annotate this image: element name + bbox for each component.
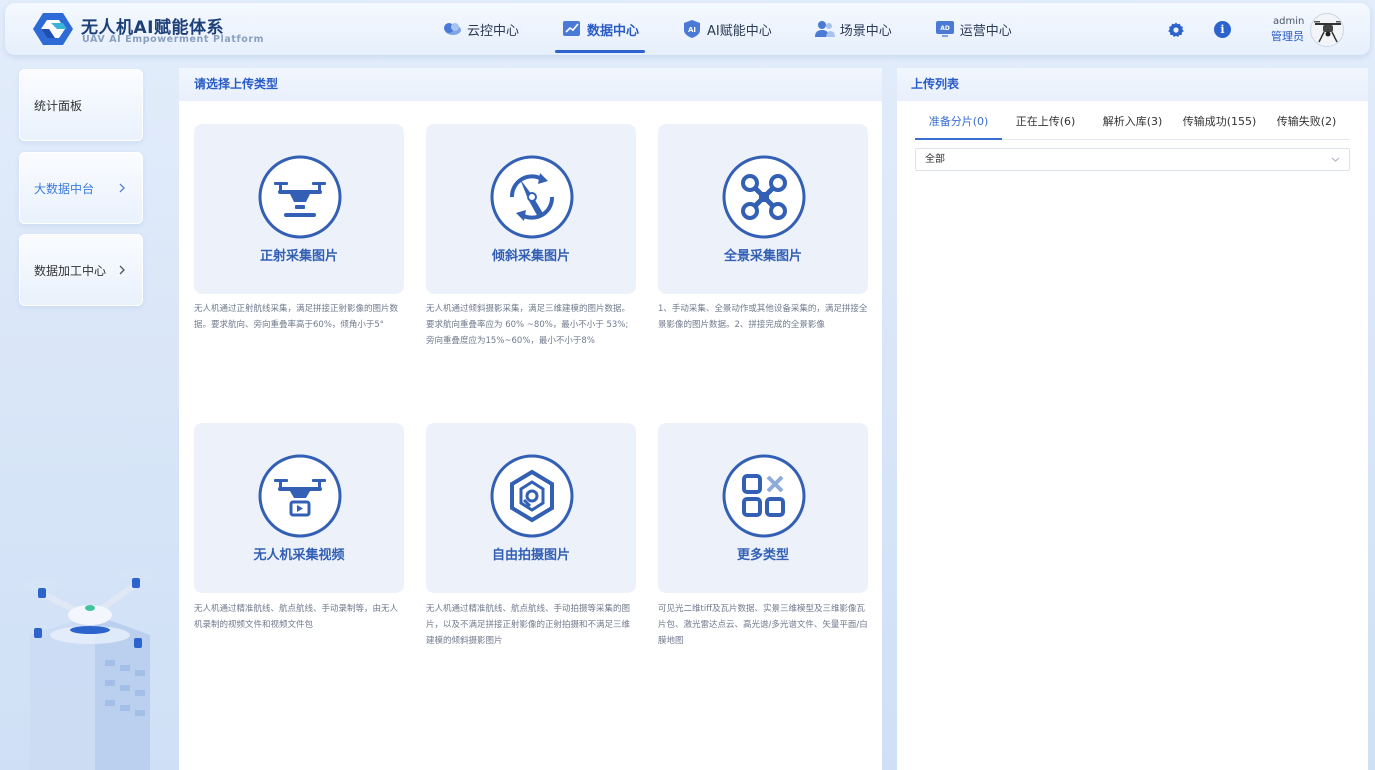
card-description: 可见光二维tiff及瓦片数据、实景三维模型及三维影像瓦片包、激光雷达点云、高光谱… bbox=[658, 604, 868, 646]
card-title: 自由拍摄图片 bbox=[491, 548, 570, 563]
card-panorama[interactable]: 全景采集图片 bbox=[658, 124, 868, 294]
nav-label: 云控中心 bbox=[467, 23, 520, 39]
card-description: 无人机通过精准航线、航点航线、手动录制等，由无人机录制的视频文件和视频文件包 bbox=[194, 604, 399, 630]
svg-text:AI: AI bbox=[688, 26, 696, 34]
card-more-types[interactable]: 更多类型 bbox=[658, 423, 868, 593]
tab-parsing[interactable]: 解析入库(3) bbox=[1089, 112, 1176, 139]
nav-label: 场景中心 bbox=[839, 23, 892, 39]
drone-orthophoto-icon bbox=[258, 155, 342, 239]
card-title: 倾斜采集图片 bbox=[491, 249, 570, 264]
main-nav: 云控中心 数据中心 AI AI赋能中心 场景中心 AD 运营中心 bbox=[435, 3, 1048, 55]
nav-operation-center[interactable]: AD 运营中心 bbox=[928, 3, 1018, 55]
tab-uploading[interactable]: 正在上传(6) bbox=[1002, 112, 1089, 139]
quadcopter-icon bbox=[722, 155, 806, 239]
panel-title: 请选择上传类型 bbox=[179, 68, 882, 101]
chevron-right-icon bbox=[119, 265, 125, 275]
upload-status-tabs: 准备分片(0) 正在上传(6) 解析入库(3) 传输成功(155) 传输失败(2… bbox=[915, 112, 1350, 140]
top-header: 无人机AI赋能体系 UAV AI Empowerment Platform 云控… bbox=[5, 3, 1370, 55]
card-description: 无人机通过精准航线、航点航线、手动拍摄等采集的图片，以及不满足拼接正射影像的正射… bbox=[426, 604, 631, 646]
sidebar-item-label: 大数据中台 bbox=[34, 181, 95, 196]
data-chart-icon bbox=[563, 21, 581, 36]
sidebar-item-label: 统计面板 bbox=[34, 98, 83, 113]
users-icon bbox=[814, 21, 835, 37]
card-oblique[interactable]: 倾斜采集图片 bbox=[426, 124, 636, 294]
oblique-rotate-icon bbox=[490, 155, 574, 239]
card-description: 无人机通过正射航线采集，满足拼接正射影像的图片数据。要求航向、旁向重叠率高于60… bbox=[194, 304, 399, 330]
drone-video-icon bbox=[258, 454, 342, 538]
sidebar-item-processing[interactable]: 数据加工中心 bbox=[19, 234, 143, 306]
svg-text:AD: AD bbox=[940, 25, 950, 32]
tab-preparing[interactable]: 准备分片(0) bbox=[915, 112, 1002, 140]
card-free-shot[interactable]: 自由拍摄图片 bbox=[426, 423, 636, 593]
ad-monitor-icon: AD bbox=[935, 21, 954, 37]
nav-scene-center[interactable]: 场景中心 bbox=[808, 3, 898, 55]
camera-lens-icon bbox=[490, 454, 574, 538]
ai-shield-icon: AI bbox=[684, 20, 701, 38]
chevron-down-icon bbox=[1331, 157, 1340, 162]
card-description: 无人机通过倾斜摄影采集，满足三维建模的图片数据。要求航向重叠率应为 60% ~8… bbox=[426, 304, 631, 346]
filter-select-value: 全部 bbox=[925, 154, 945, 165]
nav-label: AI赋能中心 bbox=[707, 23, 772, 39]
card-title: 更多类型 bbox=[736, 548, 789, 563]
upload-list-panel: 上传列表 准备分片(0) 正在上传(6) 解析入库(3) 传输成功(155) 传… bbox=[897, 68, 1368, 770]
chevron-right-icon bbox=[119, 183, 125, 193]
brand-subtitle: UAV AI Empowerment Platform bbox=[82, 34, 265, 45]
filter-select[interactable]: 全部 bbox=[915, 148, 1350, 171]
user-name: admin bbox=[1273, 16, 1305, 27]
drone-avatar-icon bbox=[1314, 21, 1342, 43]
logo-icon bbox=[33, 13, 73, 45]
gear-icon[interactable] bbox=[1168, 22, 1184, 38]
nav-data-center[interactable]: 数据中心 bbox=[555, 3, 646, 55]
nav-ai-center[interactable]: AI AI赋能中心 bbox=[675, 3, 778, 55]
card-drone-video[interactable]: 无人机采集视频 bbox=[194, 423, 404, 593]
nav-label: 运营中心 bbox=[959, 23, 1012, 39]
nav-label: 数据中心 bbox=[587, 23, 640, 39]
info-icon[interactable]: i bbox=[1214, 21, 1231, 38]
panel-title: 上传列表 bbox=[897, 68, 1368, 101]
sidebar-item-bigdata[interactable]: 大数据中台 bbox=[19, 152, 143, 224]
card-description: 1、手动采集、全景动作或其他设备采集的，满足拼接全景影像的图片数据。2、拼接完成… bbox=[658, 304, 868, 330]
tab-failed[interactable]: 传输失败(2) bbox=[1263, 112, 1350, 139]
tab-success[interactable]: 传输成功(155) bbox=[1176, 112, 1263, 139]
cloud-control-icon bbox=[444, 23, 461, 35]
sidebar-item-stats[interactable]: 统计面板 bbox=[19, 69, 143, 141]
nav-cloud-control[interactable]: 云控中心 bbox=[435, 3, 525, 55]
drone-building-illustration bbox=[22, 568, 158, 770]
avatar[interactable] bbox=[1310, 13, 1344, 47]
card-title: 无人机采集视频 bbox=[253, 548, 345, 563]
card-orthophoto[interactable]: 正射采集图片 bbox=[194, 124, 404, 294]
sidebar-item-label: 数据加工中心 bbox=[34, 263, 107, 278]
upload-type-panel: 请选择上传类型 正射采集图片 无人机通过正射航线采集，满足拼接正射影像的图片数据… bbox=[179, 68, 882, 770]
user-role: 管理员 bbox=[1271, 30, 1304, 43]
card-title: 正射采集图片 bbox=[259, 249, 338, 264]
card-title: 全景采集图片 bbox=[723, 249, 802, 264]
more-types-icon bbox=[722, 454, 806, 538]
